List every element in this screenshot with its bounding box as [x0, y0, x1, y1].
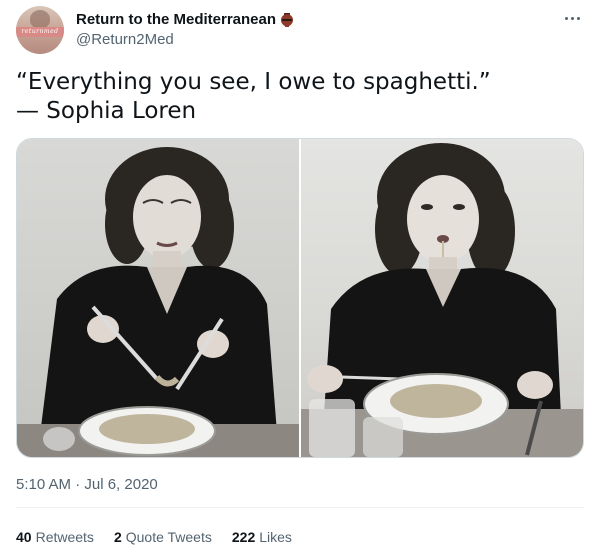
likes-stat[interactable]: 222 Likes [232, 529, 292, 545]
divider [16, 507, 584, 508]
author-handle[interactable]: @Return2Med [76, 31, 174, 48]
quote-tweets-count: 2 [113, 529, 122, 545]
amphora-icon [280, 12, 294, 28]
tweet-timestamp[interactable]: 5:10 AM · Jul 6, 2020 [16, 476, 158, 493]
quote-tweets-stat[interactable]: 2 Quote Tweets [114, 529, 212, 545]
photo-woman-eating-spaghetti[interactable] [301, 139, 583, 457]
avatar-figure [30, 10, 50, 28]
avatar[interactable]: returnmed [16, 6, 64, 54]
tweet-card: returnmed Return to the Mediterranean @R… [0, 0, 600, 560]
more-options-icon[interactable] [562, 10, 582, 26]
retweets-label: Retweets [35, 529, 94, 545]
author-name-row: Return to the Mediterranean [76, 11, 294, 28]
engagement-stats: 40 Retweets 2 Quote Tweets 222 Likes [16, 529, 292, 545]
tweet-media[interactable] [16, 138, 584, 458]
tweet-quote-line: “Everything you see, I owe to spaghetti.… [16, 69, 491, 95]
likes-count: 222 [231, 529, 256, 545]
avatar-logo-text: returnmed [16, 27, 64, 37]
display-name[interactable]: Return to the Mediterranean [76, 11, 276, 28]
retweets-count: 40 [16, 529, 32, 545]
tweet-attribution-line: — Sophia Loren [16, 98, 197, 124]
photo-woman-twirling-spaghetti[interactable] [17, 139, 299, 457]
tweet-text: “Everything you see, I owe to spaghetti.… [16, 68, 576, 126]
likes-label: Likes [259, 529, 292, 545]
quote-tweets-label: Quote Tweets [125, 529, 212, 545]
retweets-stat[interactable]: 40 Retweets [16, 529, 94, 545]
